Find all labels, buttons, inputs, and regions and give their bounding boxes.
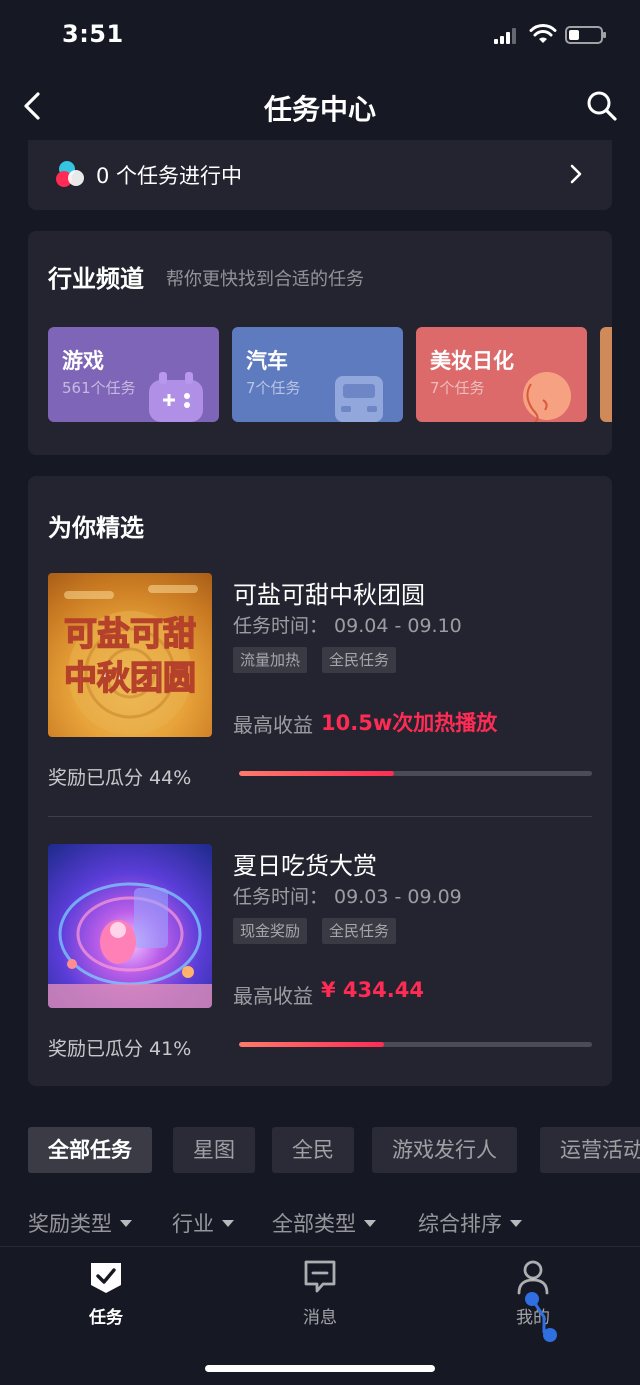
food-party-illustration xyxy=(48,882,212,1008)
industry-title: 行业频道 xyxy=(48,265,144,293)
industry-channel-card: 行业频道 帮你更快找到合适的任务 游戏 561个任务 汽车 7个任务 美妆日化 … xyxy=(28,231,612,455)
task-center-screen: 3:51 任务中心 0 个任务进行中 行业频道 帮你更快找到合适的任务 游戏 5… xyxy=(0,0,640,1385)
face-profile-icon xyxy=(523,372,571,422)
max-earning-value: ¥ 434.44 xyxy=(321,978,424,1002)
category-tile-auto[interactable]: 汽车 7个任务 xyxy=(232,327,403,422)
task-tag: 流量加热 xyxy=(233,647,308,673)
page-title: 任务中心 xyxy=(263,93,376,126)
caret-down-icon xyxy=(222,1219,234,1227)
sort-label: 综合排序 xyxy=(418,1212,502,1236)
category-tile-beauty[interactable]: 美妆日化 7个任务 xyxy=(416,327,587,422)
task-item[interactable]: 可盐可甜 中秋团圆 可盐可甜中秋团圆 任务时间： 09.04 - 09.10 流… xyxy=(28,573,612,813)
caret-down-icon xyxy=(364,1219,376,1227)
task-tag: 现金奖励 xyxy=(233,918,308,944)
tab-tasks[interactable]: 任务 xyxy=(56,1259,156,1339)
task-thumbnail: 可盐可甜 中秋团圆 xyxy=(48,573,212,737)
filter-chip-operations[interactable]: 运营活动 xyxy=(540,1127,640,1173)
filter-chip-xingtu[interactable]: 星图 xyxy=(173,1127,255,1173)
task-name: 夏日吃货大赏 xyxy=(233,852,377,880)
category-count: 561个任务 xyxy=(62,379,136,397)
sort-all-types[interactable]: 全部类型 xyxy=(272,1208,376,1238)
sort-overall[interactable]: 综合排序 xyxy=(418,1208,522,1238)
max-earning-label: 最高收益 xyxy=(233,713,313,737)
reward-progress-bar xyxy=(239,1042,592,1047)
thumb-text-line-2: 中秋团圆 xyxy=(64,658,196,697)
filter-chip-all[interactable]: 全部任务 xyxy=(28,1127,152,1173)
reward-progress-fill xyxy=(239,771,395,776)
car-icon xyxy=(335,376,383,422)
task-time: 任务时间： 09.04 - 09.10 xyxy=(233,615,462,637)
category-name: 美妆日化 xyxy=(430,349,514,373)
industry-subtitle: 帮你更快找到合适的任务 xyxy=(166,269,364,290)
wifi-icon xyxy=(529,24,557,43)
thumb-text-line-1: 可盐可甜 xyxy=(64,614,196,653)
task-filter-tabs: 全部任务 星图 全民 游戏发行人 运营活动 xyxy=(28,1127,640,1173)
mooncake-illustration: 可盐可甜 中秋团圆 xyxy=(63,585,198,735)
task-time: 任务时间： 09.03 - 09.09 xyxy=(233,886,462,908)
category-name: 游戏 xyxy=(62,349,104,373)
message-icon xyxy=(304,1260,336,1293)
cellular-signal-icon xyxy=(494,28,518,44)
task-check-icon xyxy=(91,1263,121,1293)
sort-label: 奖励类型 xyxy=(28,1212,112,1236)
category-count: 7个任务 xyxy=(246,379,301,397)
category-tile-more[interactable] xyxy=(600,327,612,422)
tab-label: 消息 xyxy=(303,1308,337,1328)
home-indicator[interactable] xyxy=(205,1365,435,1372)
task-name: 可盐可甜中秋团圆 xyxy=(233,581,425,609)
nav-bar: 任务中心 xyxy=(0,78,640,134)
task-progress-banner[interactable]: 0 个任务进行中 xyxy=(28,140,612,210)
battery-icon xyxy=(565,26,606,44)
reward-share-label: 奖励已瓜分 44% xyxy=(48,767,192,789)
sort-row: 奖励类型 行业 全部类型 综合排序 xyxy=(28,1208,612,1242)
sort-label: 行业 xyxy=(172,1212,214,1236)
task-item[interactable]: 夏日吃货大赏 任务时间： 09.03 - 09.09 现金奖励 全民任务 最高收… xyxy=(28,844,612,1084)
caret-down-icon xyxy=(120,1219,132,1227)
tasks-balls-icon xyxy=(56,161,84,187)
tab-messages[interactable]: 消息 xyxy=(270,1259,370,1339)
featured-card: 为你精选 可盐可甜 中秋团圆 可盐可甜中秋团圆 任务时间： 09.04 - 09… xyxy=(28,476,612,1086)
item-divider xyxy=(48,816,592,817)
category-tile-games[interactable]: 游戏 561个任务 xyxy=(48,327,219,422)
status-bar: 3:51 xyxy=(0,0,640,70)
status-time: 3:51 xyxy=(62,20,124,48)
task-thumbnail xyxy=(48,844,212,1008)
task-tag: 全民任务 xyxy=(322,647,397,673)
reward-share-label: 奖励已瓜分 41% xyxy=(48,1038,192,1060)
sort-reward-type[interactable]: 奖励类型 xyxy=(28,1208,132,1238)
reward-progress-bar xyxy=(239,771,592,776)
featured-title: 为你精选 xyxy=(48,514,144,542)
touch-indicator-icon xyxy=(525,1292,557,1342)
tasks-in-progress-text: 0 个任务进行中 xyxy=(96,164,243,188)
filter-chip-game-publisher[interactable]: 游戏发行人 xyxy=(372,1127,517,1173)
sort-label: 全部类型 xyxy=(272,1212,356,1236)
filter-chip-quanmin[interactable]: 全民 xyxy=(272,1127,354,1173)
tab-label: 任务 xyxy=(89,1308,123,1328)
max-earning-label: 最高收益 xyxy=(233,984,313,1008)
max-earning-value: 10.5w次加热播放 xyxy=(321,711,498,735)
sort-industry[interactable]: 行业 xyxy=(172,1208,234,1238)
caret-down-icon xyxy=(510,1219,522,1227)
category-count: 7个任务 xyxy=(430,379,485,397)
reward-progress-fill xyxy=(239,1042,384,1047)
category-name: 汽车 xyxy=(246,349,288,373)
gamepad-icon xyxy=(149,372,203,422)
search-icon[interactable] xyxy=(582,86,622,126)
task-tag: 全民任务 xyxy=(322,918,397,944)
chevron-right-icon xyxy=(570,164,582,184)
